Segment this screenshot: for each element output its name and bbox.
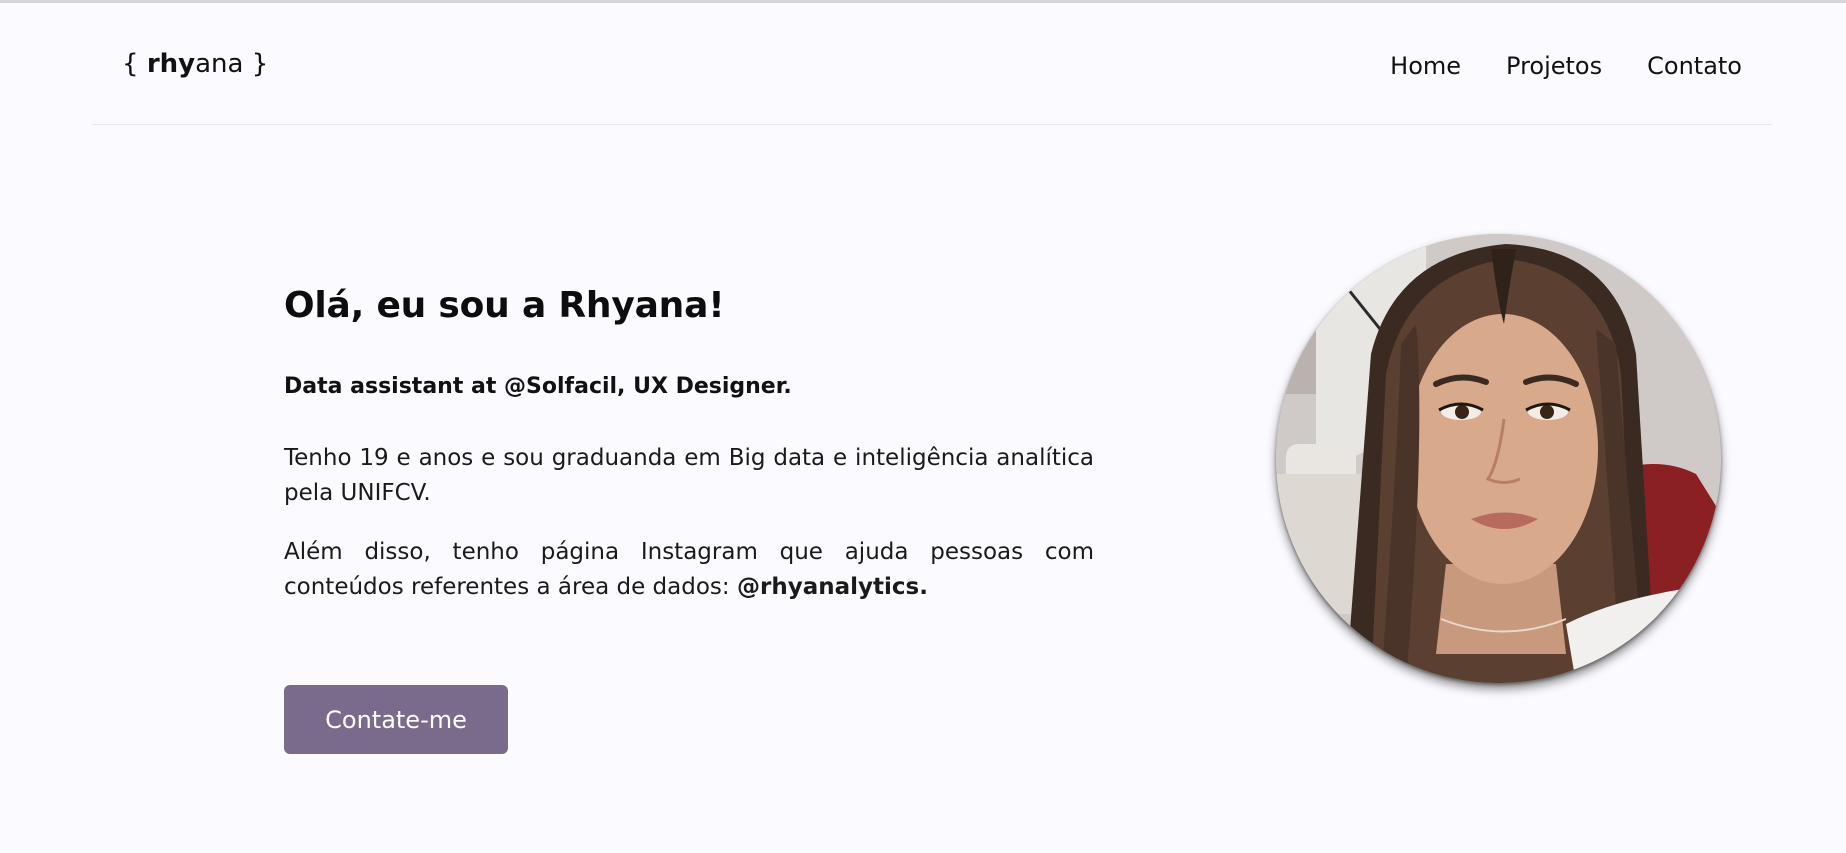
instagram-handle: @rhyanalytics.	[736, 574, 928, 600]
hero-title: Olá, eu sou a Rhyana!	[284, 285, 725, 326]
logo-close-brace: }	[251, 49, 269, 79]
main-nav: Home Projetos Contato	[1390, 52, 1742, 80]
hero-paragraph-2-text: Além disso, tenho página Instagram que a…	[284, 539, 1094, 600]
hero-paragraph-1: Tenho 19 e anos e sou graduanda em Big d…	[284, 445, 1094, 506]
profile-photo	[1276, 234, 1721, 683]
logo-open-brace: {	[122, 49, 139, 79]
site-header: { rhyana } Home Projetos Contato	[92, 4, 1772, 125]
hero-subtitle: Data assistant at @Solfacil, UX Designer…	[284, 374, 792, 399]
logo-light-part: ana	[195, 49, 244, 79]
nav-link-home[interactable]: Home	[1390, 52, 1461, 80]
nav-link-contato[interactable]: Contato	[1647, 52, 1742, 80]
site-logo[interactable]: { rhyana }	[122, 49, 268, 79]
hero-section: Olá, eu sou a Rhyana! Data assistant at …	[284, 285, 1094, 605]
contact-me-button[interactable]: Contate-me	[284, 685, 508, 754]
nav-link-projetos[interactable]: Projetos	[1506, 52, 1602, 80]
logo-bold-part: rhy	[146, 49, 196, 79]
hero-paragraph-2: Além disso, tenho página Instagram que a…	[284, 535, 1094, 605]
browser-top-border	[0, 0, 1846, 3]
